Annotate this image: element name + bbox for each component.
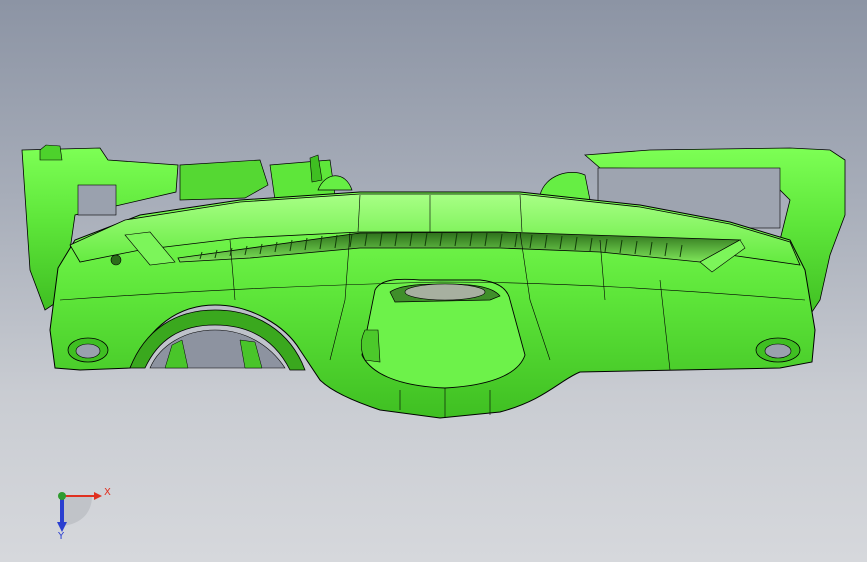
y-axis-label: Y bbox=[58, 531, 65, 542]
dashboard-model[interactable] bbox=[0, 0, 867, 562]
graphics-viewport[interactable]: X Y bbox=[0, 0, 867, 562]
coordinate-triad: X Y bbox=[48, 484, 118, 544]
left-bracket-window bbox=[77, 184, 117, 216]
x-axis-label: X bbox=[104, 487, 111, 498]
sensor-hole bbox=[110, 254, 122, 266]
